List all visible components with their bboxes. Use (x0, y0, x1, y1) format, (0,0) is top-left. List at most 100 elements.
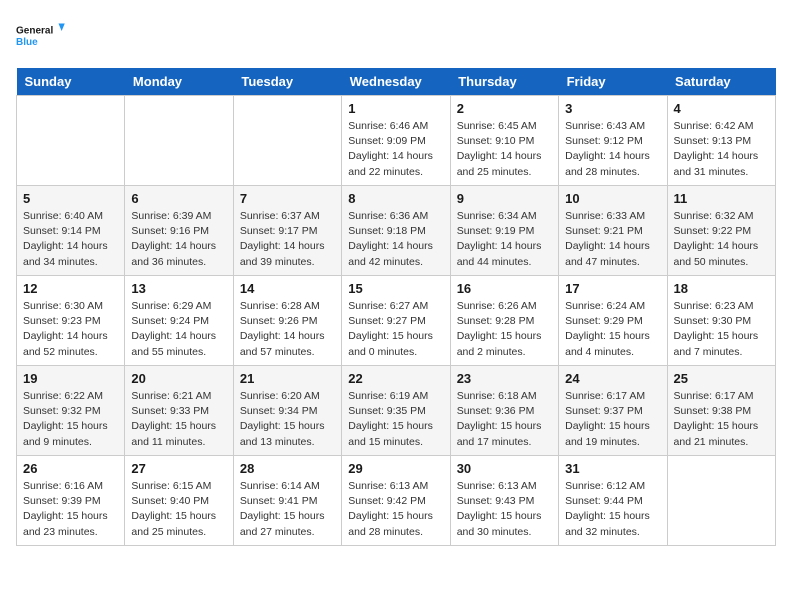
day-number: 2 (457, 101, 552, 116)
header-tuesday: Tuesday (233, 68, 341, 96)
calendar-cell: 4 Sunrise: 6:42 AM Sunset: 9:13 PM Daylig… (667, 96, 775, 186)
day-number: 6 (131, 191, 226, 206)
day-number: 27 (131, 461, 226, 476)
day-number: 24 (565, 371, 660, 386)
calendar-week-row: 26 Sunrise: 6:16 AM Sunset: 9:39 PM Dayli… (17, 456, 776, 546)
day-number: 3 (565, 101, 660, 116)
day-number: 20 (131, 371, 226, 386)
cell-info: Sunrise: 6:13 AM Sunset: 9:42 PM Dayligh… (348, 479, 443, 540)
cell-info: Sunrise: 6:27 AM Sunset: 9:27 PM Dayligh… (348, 299, 443, 360)
calendar-cell: 19 Sunrise: 6:22 AM Sunset: 9:32 PM Dayli… (17, 366, 125, 456)
day-number: 15 (348, 281, 443, 296)
cell-info: Sunrise: 6:42 AM Sunset: 9:13 PM Dayligh… (674, 119, 769, 180)
day-number: 22 (348, 371, 443, 386)
day-number: 4 (674, 101, 769, 116)
calendar-cell: 23Sunrise: 6:18 AM Sunset: 9:36 PM Dayli… (450, 366, 558, 456)
day-number: 23 (457, 371, 552, 386)
calendar-cell: 20Sunrise: 6:21 AM Sunset: 9:33 PM Dayli… (125, 366, 233, 456)
header-friday: Friday (559, 68, 667, 96)
cell-info: Sunrise: 6:34 AM Sunset: 9:19 PM Dayligh… (457, 209, 552, 270)
header-monday: Monday (125, 68, 233, 96)
cell-info: Sunrise: 6:46 AM Sunset: 9:09 PM Dayligh… (348, 119, 443, 180)
cell-info: Sunrise: 6:20 AM Sunset: 9:34 PM Dayligh… (240, 389, 335, 450)
day-number: 9 (457, 191, 552, 206)
page-header: General Blue (16, 16, 776, 56)
header-wednesday: Wednesday (342, 68, 450, 96)
calendar-cell: 17 Sunrise: 6:24 AM Sunset: 9:29 PM Dayli… (559, 276, 667, 366)
day-number: 16 (457, 281, 552, 296)
calendar-cell: 16 Sunrise: 6:26 AM Sunset: 9:28 PM Dayli… (450, 276, 558, 366)
calendar-week-row: 1 Sunrise: 6:46 AM Sunset: 9:09 PM Daylig… (17, 96, 776, 186)
cell-info: Sunrise: 6:19 AM Sunset: 9:35 PM Dayligh… (348, 389, 443, 450)
day-number: 18 (674, 281, 769, 296)
calendar-cell: 9 Sunrise: 6:34 AM Sunset: 9:19 PM Daylig… (450, 186, 558, 276)
day-number: 19 (23, 371, 118, 386)
svg-text:Blue: Blue (16, 37, 38, 48)
day-number: 28 (240, 461, 335, 476)
calendar-cell (667, 456, 775, 546)
calendar-week-row: 19 Sunrise: 6:22 AM Sunset: 9:32 PM Dayli… (17, 366, 776, 456)
cell-info: Sunrise: 6:16 AM Sunset: 9:39 PM Dayligh… (23, 479, 118, 540)
cell-info: Sunrise: 6:12 AM Sunset: 9:44 PM Dayligh… (565, 479, 660, 540)
day-number: 30 (457, 461, 552, 476)
calendar-cell: 28 Sunrise: 6:14 AM Sunset: 9:41 PM Dayli… (233, 456, 341, 546)
day-number: 14 (240, 281, 335, 296)
calendar-table: SundayMondayTuesdayWednesdayThursdayFrid… (16, 68, 776, 546)
calendar-cell: 31Sunrise: 6:12 AM Sunset: 9:44 PM Dayli… (559, 456, 667, 546)
cell-info: Sunrise: 6:14 AM Sunset: 9:41 PM Dayligh… (240, 479, 335, 540)
calendar-cell (17, 96, 125, 186)
day-number: 25 (674, 371, 769, 386)
day-number: 17 (565, 281, 660, 296)
cell-info: Sunrise: 6:24 AM Sunset: 9:29 PM Dayligh… (565, 299, 660, 360)
cell-info: Sunrise: 6:40 AM Sunset: 9:14 PM Dayligh… (23, 209, 118, 270)
calendar-cell: 7 Sunrise: 6:37 AM Sunset: 9:17 PM Daylig… (233, 186, 341, 276)
calendar-cell: 26 Sunrise: 6:16 AM Sunset: 9:39 PM Dayli… (17, 456, 125, 546)
logo: General Blue (16, 16, 66, 56)
day-number: 5 (23, 191, 118, 206)
day-number: 1 (348, 101, 443, 116)
day-number: 13 (131, 281, 226, 296)
day-number: 7 (240, 191, 335, 206)
cell-info: Sunrise: 6:37 AM Sunset: 9:17 PM Dayligh… (240, 209, 335, 270)
header-sunday: Sunday (17, 68, 125, 96)
cell-info: Sunrise: 6:13 AM Sunset: 9:43 PM Dayligh… (457, 479, 552, 540)
cell-info: Sunrise: 6:26 AM Sunset: 9:28 PM Dayligh… (457, 299, 552, 360)
calendar-cell: 10 Sunrise: 6:33 AM Sunset: 9:21 PM Dayli… (559, 186, 667, 276)
cell-info: Sunrise: 6:29 AM Sunset: 9:24 PM Dayligh… (131, 299, 226, 360)
cell-info: Sunrise: 6:22 AM Sunset: 9:32 PM Dayligh… (23, 389, 118, 450)
calendar-cell: 25 Sunrise: 6:17 AM Sunset: 9:38 PM Dayli… (667, 366, 775, 456)
cell-info: Sunrise: 6:28 AM Sunset: 9:26 PM Dayligh… (240, 299, 335, 360)
cell-info: Sunrise: 6:45 AM Sunset: 9:10 PM Dayligh… (457, 119, 552, 180)
calendar-header-row: SundayMondayTuesdayWednesdayThursdayFrid… (17, 68, 776, 96)
cell-info: Sunrise: 6:17 AM Sunset: 9:37 PM Dayligh… (565, 389, 660, 450)
calendar-cell (125, 96, 233, 186)
logo-svg: General Blue (16, 16, 66, 56)
svg-text:General: General (16, 26, 53, 37)
calendar-cell: 6Sunrise: 6:39 AM Sunset: 9:16 PM Daylig… (125, 186, 233, 276)
calendar-cell: 21 Sunrise: 6:20 AM Sunset: 9:34 PM Dayli… (233, 366, 341, 456)
calendar-cell: 30 Sunrise: 6:13 AM Sunset: 9:43 PM Dayli… (450, 456, 558, 546)
day-number: 8 (348, 191, 443, 206)
calendar-cell: 11Sunrise: 6:32 AM Sunset: 9:22 PM Dayli… (667, 186, 775, 276)
calendar-cell: 5 Sunrise: 6:40 AM Sunset: 9:14 PM Daylig… (17, 186, 125, 276)
day-number: 26 (23, 461, 118, 476)
calendar-week-row: 12Sunrise: 6:30 AM Sunset: 9:23 PM Dayli… (17, 276, 776, 366)
cell-info: Sunrise: 6:33 AM Sunset: 9:21 PM Dayligh… (565, 209, 660, 270)
calendar-cell: 3Sunrise: 6:43 AM Sunset: 9:12 PM Daylig… (559, 96, 667, 186)
calendar-cell: 27Sunrise: 6:15 AM Sunset: 9:40 PM Dayli… (125, 456, 233, 546)
calendar-week-row: 5 Sunrise: 6:40 AM Sunset: 9:14 PM Daylig… (17, 186, 776, 276)
calendar-cell: 15 Sunrise: 6:27 AM Sunset: 9:27 PM Dayli… (342, 276, 450, 366)
calendar-cell: 29 Sunrise: 6:13 AM Sunset: 9:42 PM Dayli… (342, 456, 450, 546)
header-saturday: Saturday (667, 68, 775, 96)
cell-info: Sunrise: 6:36 AM Sunset: 9:18 PM Dayligh… (348, 209, 443, 270)
calendar-cell: 2 Sunrise: 6:45 AM Sunset: 9:10 PM Daylig… (450, 96, 558, 186)
cell-info: Sunrise: 6:17 AM Sunset: 9:38 PM Dayligh… (674, 389, 769, 450)
day-number: 29 (348, 461, 443, 476)
calendar-cell: 1 Sunrise: 6:46 AM Sunset: 9:09 PM Daylig… (342, 96, 450, 186)
calendar-cell: 24 Sunrise: 6:17 AM Sunset: 9:37 PM Dayli… (559, 366, 667, 456)
day-number: 11 (674, 191, 769, 206)
calendar-cell: 22 Sunrise: 6:19 AM Sunset: 9:35 PM Dayli… (342, 366, 450, 456)
day-number: 21 (240, 371, 335, 386)
cell-info: Sunrise: 6:30 AM Sunset: 9:23 PM Dayligh… (23, 299, 118, 360)
day-number: 10 (565, 191, 660, 206)
